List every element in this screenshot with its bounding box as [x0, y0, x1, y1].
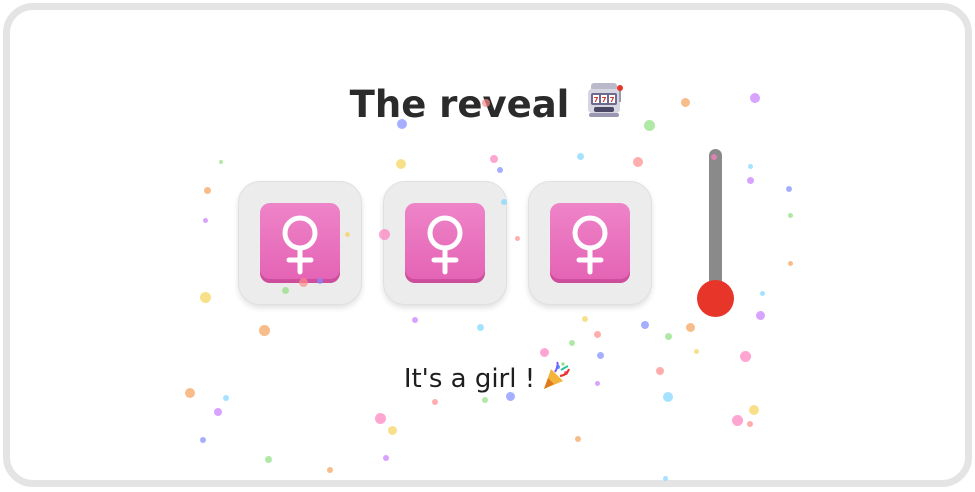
slot-lever[interactable] — [697, 149, 735, 319]
slot-machine-icon: 7 7 7 — [585, 80, 625, 129]
reel-slot-2 — [383, 181, 507, 305]
lever-knob[interactable] — [697, 280, 734, 317]
svg-text:7: 7 — [594, 96, 599, 104]
result-message: It's a girl ! — [0, 361, 975, 398]
page-title: The reveal 7 7 7 — [0, 80, 975, 129]
reel-slot-1 — [238, 181, 362, 305]
result-text: It's a girl ! — [403, 364, 536, 394]
reel-slot-3 — [528, 181, 652, 305]
svg-text:7: 7 — [610, 96, 615, 104]
female-sign-icon — [405, 203, 485, 283]
title-text: The reveal — [349, 83, 570, 126]
svg-text:7: 7 — [602, 96, 607, 104]
female-sign-icon — [550, 203, 630, 283]
female-sign-icon — [260, 203, 340, 283]
party-popper-icon — [541, 361, 571, 398]
